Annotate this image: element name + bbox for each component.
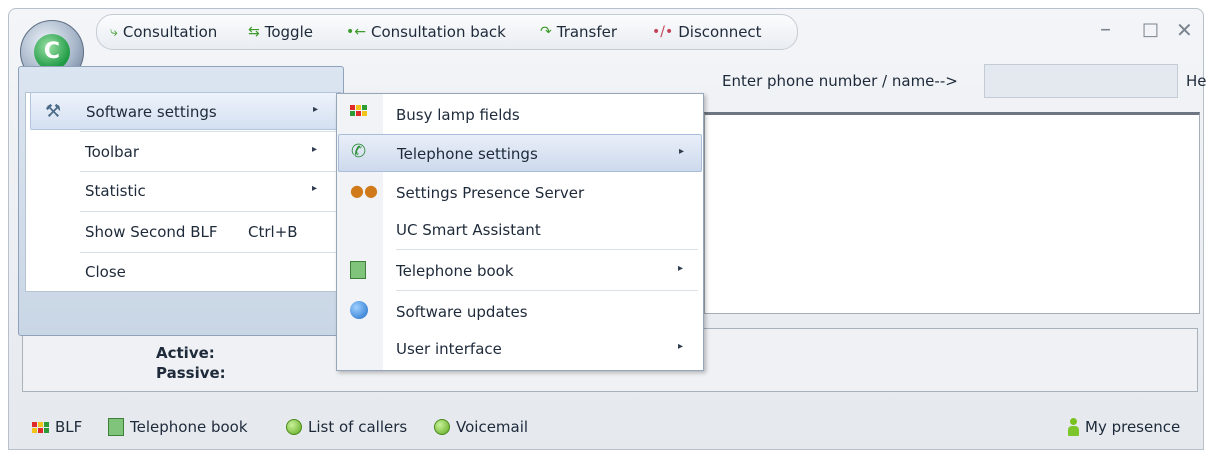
- list-of-callers-button[interactable]: List of callers: [286, 418, 407, 436]
- submenu-arrow-icon: ▸: [678, 263, 684, 274]
- telephone-book-label: Telephone book: [130, 418, 248, 436]
- software-updates-icon: [350, 301, 368, 319]
- submenu-item-user-interface[interactable]: User interface ▸: [338, 330, 702, 368]
- consultation-back-label: Consultation back: [371, 23, 506, 41]
- consultation-icon: ⤷: [110, 24, 118, 40]
- menu-item-toolbar[interactable]: Toolbar ▸: [30, 133, 340, 171]
- telephone-book-button[interactable]: Telephone book: [108, 418, 248, 436]
- consultation-label: Consultation: [122, 23, 218, 41]
- menu-item-close[interactable]: Close: [30, 253, 340, 291]
- disconnect-button[interactable]: •/• Disconnect: [652, 21, 762, 43]
- phone-search-input[interactable]: [984, 64, 1178, 98]
- voicemail-label: Voicemail: [456, 418, 529, 436]
- submenu-arrow-icon: ▸: [678, 341, 684, 352]
- toggle-label: Toggle: [264, 23, 313, 41]
- telephone-settings-icon: ✆: [351, 141, 367, 162]
- transfer-label: Transfer: [556, 23, 618, 41]
- submenu-item-settings-presence-server[interactable]: ●● Settings Presence Server: [338, 174, 702, 212]
- list-of-callers-label: List of callers: [308, 418, 408, 436]
- menu-item-statistic[interactable]: Statistic ▸: [30, 172, 340, 210]
- maximize-button[interactable]: □: [1142, 19, 1159, 41]
- help-button[interactable]: Help: [1186, 72, 1206, 90]
- shortcut-label: Ctrl+B: [248, 223, 298, 241]
- blf-icon: [32, 421, 49, 433]
- disconnect-icon: •/•: [652, 24, 674, 40]
- submenu-item-software-updates[interactable]: Software updates: [338, 293, 702, 331]
- disconnect-label: Disconnect: [678, 23, 762, 41]
- consultation-back-icon: •←: [346, 24, 366, 40]
- telephone-book-icon: [108, 418, 124, 436]
- menu-item-software-settings[interactable]: ⚒ Software settings ▸: [30, 92, 340, 130]
- blf-button[interactable]: BLF: [32, 418, 82, 436]
- submenu-divider: [396, 290, 698, 291]
- submenu-item-telephone-book[interactable]: Telephone book ▸: [338, 252, 702, 290]
- blf-label: BLF: [55, 418, 83, 436]
- telephone-book-icon: [350, 261, 366, 279]
- consultation-button[interactable]: ⤷ Consultation: [110, 21, 217, 43]
- submenu-arrow-icon: ▸: [312, 144, 318, 155]
- transfer-icon: ↷: [540, 24, 552, 40]
- list-of-callers-icon: [286, 419, 302, 435]
- busy-lamp-fields-icon: [350, 105, 367, 116]
- call-list-area[interactable]: [704, 112, 1200, 314]
- menu-item-show-second-blf[interactable]: Show Second BLF Ctrl+B: [30, 213, 340, 251]
- submenu-arrow-icon: ▸: [679, 146, 685, 157]
- status-passive-label: Passive:: [156, 364, 226, 382]
- submenu-divider: [396, 249, 698, 250]
- toggle-button[interactable]: ⇆ Toggle: [248, 21, 313, 43]
- submenu-arrow-icon: ▸: [313, 104, 319, 115]
- voicemail-icon: [434, 419, 450, 435]
- menu-divider: [80, 131, 338, 132]
- settings-tools-icon: ⚒: [45, 101, 62, 122]
- submenu-item-uc-smart-assistant[interactable]: UC Smart Assistant: [338, 211, 702, 249]
- my-presence-label: My presence: [1085, 418, 1181, 436]
- toggle-icon: ⇆: [248, 24, 260, 40]
- submenu-item-busy-lamp-fields[interactable]: Busy lamp fields: [338, 96, 702, 134]
- app-logo-icon: C: [34, 34, 70, 70]
- submenu-arrow-icon: ▸: [312, 183, 318, 194]
- submenu-item-telephone-settings[interactable]: ✆ Telephone settings ▸: [338, 134, 702, 172]
- presence-server-icon: ●●: [350, 181, 378, 200]
- my-presence-button[interactable]: My presence: [1068, 418, 1180, 436]
- close-button[interactable]: ✕: [1176, 19, 1193, 41]
- voicemail-button[interactable]: Voicemail: [434, 418, 528, 436]
- minimize-button[interactable]: –: [1100, 19, 1111, 41]
- consultation-back-button[interactable]: •← Consultation back: [346, 21, 506, 43]
- transfer-button[interactable]: ↷ Transfer: [540, 21, 617, 43]
- phone-search-label: Enter phone number / name-->: [722, 72, 958, 90]
- presence-icon: [1068, 418, 1079, 436]
- status-active-label: Active:: [156, 344, 215, 362]
- menu-divider: [80, 211, 338, 212]
